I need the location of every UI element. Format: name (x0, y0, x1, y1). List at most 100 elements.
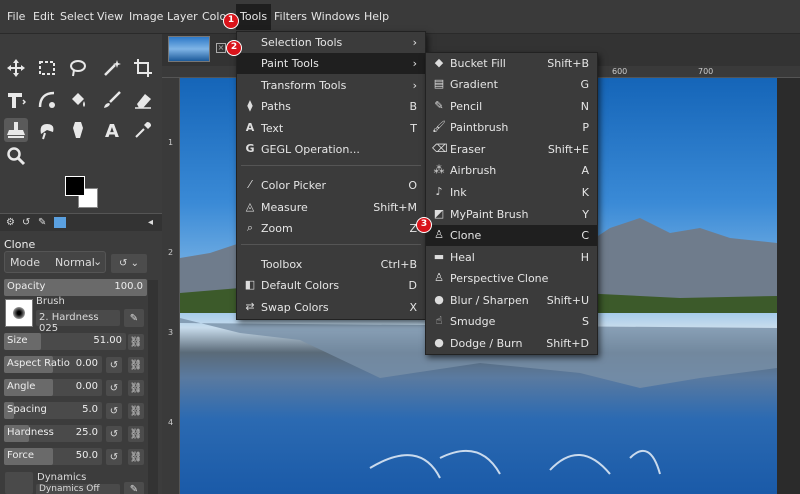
menu-item-ink[interactable]: ♪ Ink K (426, 182, 597, 203)
menu-item-text[interactable]: A Text T (237, 118, 425, 139)
hardness-reset-icon[interactable]: ↺ (106, 426, 122, 442)
angle-reset-icon[interactable]: ↺ (106, 380, 122, 396)
spacing-chain-icon[interactable]: ⛓ (128, 403, 144, 419)
menu-item-swap-colors[interactable]: ⇄ Swap Colors X (237, 297, 425, 318)
menu-layer[interactable]: Layer (167, 10, 198, 23)
clone-tool-icon[interactable] (4, 118, 28, 142)
menu-item-label: Perspective Clone (450, 272, 549, 285)
rect-select-tool-icon[interactable] (35, 56, 59, 80)
force-reset-icon[interactable]: ↺ (106, 449, 122, 465)
dynamics-icon[interactable] (5, 472, 33, 494)
menu-view[interactable]: View (97, 10, 123, 23)
options-scrollbar[interactable] (148, 280, 158, 494)
menu-item-selection-tools[interactable]: Selection Tools › (237, 32, 425, 53)
smudge-tool-icon[interactable] (35, 118, 59, 142)
zoom-tool-icon[interactable] (4, 144, 28, 168)
angle-label: Angle (7, 381, 36, 392)
menu-item-mypaint-brush[interactable]: ◩ MyPaint Brush Y (426, 204, 597, 225)
tool-options-tab-icon[interactable]: ⚙ (6, 217, 15, 228)
menu-item-airbrush[interactable]: ⁂ Airbrush A (426, 160, 597, 181)
menu-item-perspective-clone[interactable]: ♙ Perspective Clone (426, 268, 597, 289)
menu-item-toolbox[interactable]: Toolbox Ctrl+B (237, 254, 425, 275)
aspect-ratio-slider[interactable]: Aspect Ratio 0.00 (4, 356, 102, 373)
size-slider[interactable]: Size 51.00 (4, 333, 126, 350)
mypaint-brush-icon: ◩ (433, 207, 445, 220)
submenu-arrow-icon: › (412, 57, 417, 70)
menu-item-blur-sharpen[interactable]: ● Blur / Sharpen Shift+U (426, 290, 597, 311)
edit-dynamics-icon[interactable]: ✎ (124, 482, 144, 494)
menu-item-eraser[interactable]: ⌫ Eraser Shift+E (426, 139, 597, 160)
size-chain-icon[interactable]: ⛓ (128, 334, 144, 350)
paintbrush-tool-icon[interactable] (100, 88, 124, 112)
spacing-reset-icon[interactable]: ↺ (106, 403, 122, 419)
menu-item-label: Eraser (450, 143, 486, 156)
menu-item-measure[interactable]: ◬ Measure Shift+M (237, 197, 425, 218)
opacity-slider[interactable]: Opacity 100.0 (4, 279, 147, 296)
brush-preview[interactable] (5, 299, 33, 327)
move-tool-icon[interactable] (4, 56, 28, 80)
eraser-tool-icon[interactable] (131, 88, 155, 112)
menu-file[interactable]: File (7, 10, 25, 23)
text-tool-icon[interactable]: A (100, 118, 124, 142)
menu-item-bucket-fill[interactable]: ◆ Bucket Fill Shift+B (426, 53, 597, 74)
menu-edit[interactable]: Edit (33, 10, 54, 23)
brush-name-field[interactable]: 2. Hardness 025 (36, 310, 120, 334)
hardness-slider[interactable]: Hardness 25.0 (4, 425, 102, 442)
crop-tool-icon[interactable] (131, 56, 155, 80)
undo-history-tab-icon[interactable]: ✎ (38, 217, 46, 228)
angle-slider[interactable]: Angle 0.00 (4, 379, 102, 396)
unified-transform-tool-icon[interactable] (4, 88, 28, 112)
lasso-tool-icon[interactable] (66, 56, 90, 80)
edit-brush-icon[interactable]: ✎ (124, 309, 144, 327)
menu-windows[interactable]: Windows (311, 10, 360, 23)
color-picker-tool-icon[interactable] (131, 118, 155, 142)
warp-transform-tool-icon[interactable] (35, 88, 59, 112)
menu-item-paintbrush[interactable]: 🖌 Paintbrush P (426, 117, 597, 138)
aspect-reset-icon[interactable]: ↺ (106, 357, 122, 373)
menu-item-gradient[interactable]: ▤ Gradient G (426, 74, 597, 95)
menu-item-color-picker[interactable]: ⁄ Color Picker O (237, 175, 425, 196)
menu-item-pencil[interactable]: ✎ Pencil N (426, 96, 597, 117)
spacing-slider[interactable]: Spacing 5.0 (4, 402, 102, 419)
menu-item-zoom[interactable]: ⌕ Zoom Z (237, 218, 425, 239)
mode-reset-button[interactable]: ↺ ⌄ (111, 254, 147, 273)
menu-item-paint-tools[interactable]: Paint Tools › (237, 53, 425, 74)
dynamics-label: Dynamics (37, 472, 87, 483)
menu-item-label: Zoom (261, 222, 293, 235)
tools-menu: Selection Tools › Paint Tools › Transfor… (236, 31, 426, 320)
svg-text:A: A (105, 121, 119, 140)
force-slider[interactable]: Force 50.0 (4, 448, 102, 465)
dynamics-field[interactable]: Dynamics Off (36, 484, 120, 494)
hardness-chain-icon[interactable]: ⛓ (128, 426, 144, 442)
fuzzy-select-tool-icon[interactable] (100, 56, 124, 80)
menu-image[interactable]: Image (129, 10, 163, 23)
menu-help[interactable]: Help (364, 10, 389, 23)
menu-item-heal[interactable]: ▬ Heal H (426, 247, 597, 268)
menu-separator (241, 244, 421, 245)
images-tab-icon[interactable] (54, 217, 66, 228)
paths-tool-icon[interactable] (66, 118, 90, 142)
menu-item-transform-tools[interactable]: Transform Tools › (237, 75, 425, 96)
menu-tools[interactable]: Tools (236, 4, 272, 30)
device-status-tab-icon[interactable]: ↺ (22, 217, 30, 228)
menu-item-dodge-burn[interactable]: ● Dodge / Burn Shift+D (426, 333, 597, 354)
menu-item-gegl-operation[interactable]: G GEGL Operation... (237, 139, 425, 160)
menu-filters[interactable]: Filters (274, 10, 307, 23)
menu-select[interactable]: Select (60, 10, 94, 23)
mode-select[interactable]: Mode Normal ⌄ (4, 251, 106, 273)
bucket-fill-tool-icon[interactable] (66, 88, 90, 112)
close-icon[interactable]: × (216, 43, 226, 53)
menu-item-clone[interactable]: ♙ Clone C (426, 225, 597, 246)
force-chain-icon[interactable]: ⛓ (128, 449, 144, 465)
image-thumbnail[interactable] (168, 36, 210, 62)
foreground-color-swatch[interactable] (65, 176, 85, 196)
menu-item-shortcut: P (582, 121, 589, 134)
menu-item-paths[interactable]: ⧫ Paths B (237, 96, 425, 117)
dock-menu-icon[interactable]: ◂ (148, 217, 153, 228)
heal-icon: ▬ (433, 250, 445, 263)
aspect-chain-icon[interactable]: ⛓ (128, 357, 144, 373)
menu-item-smudge[interactable]: ☝ Smudge S (426, 311, 597, 332)
menu-item-default-colors[interactable]: ◧ Default Colors D (237, 275, 425, 296)
angle-chain-icon[interactable]: ⛓ (128, 380, 144, 396)
ruler-label: 4 (168, 418, 174, 427)
